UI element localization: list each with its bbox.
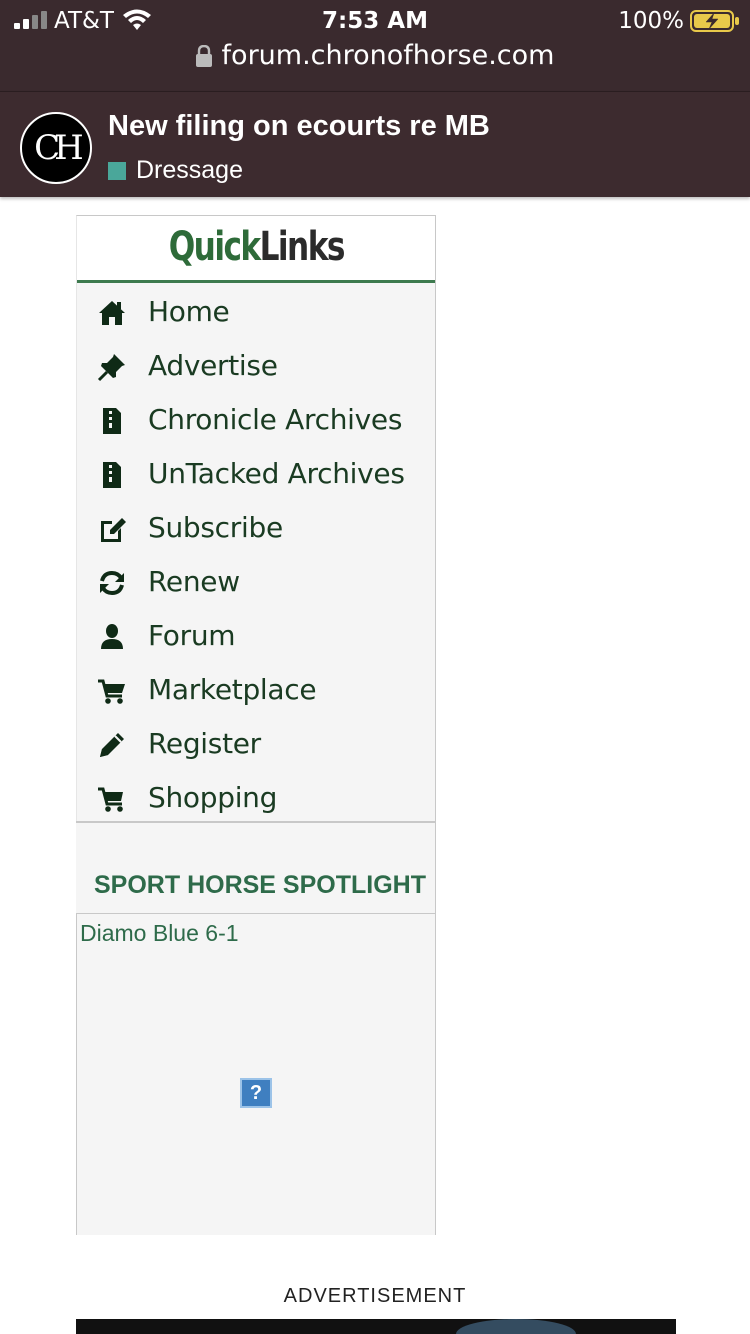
quicklink-label: Chronicle Archives <box>148 403 403 436</box>
quicklink-home[interactable]: Home <box>77 289 435 343</box>
category-label: Dressage <box>136 156 243 184</box>
url-text: forum.chronofhorse.com <box>221 40 555 71</box>
user-icon <box>101 624 123 649</box>
spotlight-link[interactable]: Diamo Blue 6-1 <box>80 920 239 947</box>
lock-icon <box>195 44 212 67</box>
spotlight-title: SPORT HORSE SPOTLIGHT <box>94 871 426 899</box>
quicklinks-panel: QuickLinks Home Advertise Chronicle Arch… <box>76 215 436 823</box>
spotlight-section: SPORT HORSE SPOTLIGHT <box>76 823 436 913</box>
category-badge[interactable]: Dressage <box>108 156 243 185</box>
spotlight-box: Diamo Blue 6-1 ? <box>76 913 436 1235</box>
home-icon <box>99 301 125 325</box>
quicklink-advertise[interactable]: Advertise <box>77 343 435 397</box>
status-bar: AT&T 7:53 AM 100% <box>0 0 750 44</box>
site-logo[interactable]: CH <box>20 112 92 184</box>
quicklink-label: Home <box>148 295 230 328</box>
quicklink-subscribe[interactable]: Subscribe <box>77 505 435 559</box>
quicklink-register[interactable]: Register <box>77 721 435 775</box>
quicklink-forum[interactable]: Forum <box>77 613 435 667</box>
quicklink-label: Renew <box>148 565 240 598</box>
quicklink-label: Shopping <box>148 781 278 814</box>
quicklink-label: Forum <box>148 619 236 652</box>
quicklink-label: Marketplace <box>148 673 317 706</box>
advertisement-banner[interactable] <box>76 1319 676 1334</box>
address-bar[interactable]: forum.chronofhorse.com <box>0 40 750 80</box>
quicklink-label: Register <box>148 727 261 760</box>
cart-icon <box>98 787 123 812</box>
battery-percentage: 100% <box>618 8 684 34</box>
edit-icon <box>101 518 126 542</box>
quicklink-renew[interactable]: Renew <box>77 559 435 613</box>
refresh-icon <box>100 570 124 596</box>
quicklinks-logo-part2: Links <box>259 224 345 270</box>
broken-image-icon[interactable]: ? <box>240 1078 272 1108</box>
quicklinks-header: QuickLinks <box>77 216 435 283</box>
battery-charging-icon <box>690 10 739 32</box>
quicklink-label: Advertise <box>148 349 278 382</box>
archive-file-icon <box>103 462 121 488</box>
category-color-swatch <box>108 161 126 180</box>
quicklink-label: UnTacked Archives <box>148 457 405 490</box>
quicklink-chronicle-archives[interactable]: Chronicle Archives <box>77 397 435 451</box>
quicklink-marketplace[interactable]: Marketplace <box>77 667 435 721</box>
quicklinks-list: Home Advertise Chronicle Archives UnTack… <box>77 289 435 829</box>
logo-text: CH <box>34 128 84 168</box>
pencil-icon <box>100 733 124 757</box>
archive-file-icon <box>103 408 121 434</box>
quicklinks-logo: QuickLinks <box>168 224 345 270</box>
advertisement-label: ADVERTISEMENT <box>283 1285 467 1307</box>
advertisement-graphic <box>456 1319 576 1334</box>
quicklinks-logo-part1: Quick <box>168 224 260 270</box>
quicklink-untacked-archives[interactable]: UnTacked Archives <box>77 451 435 505</box>
pin-icon <box>97 354 125 382</box>
thread-title[interactable]: New filing on ecourts re MB <box>108 110 490 143</box>
browser-chrome: AT&T 7:53 AM 100% forum.chronofhorse.com <box>0 0 750 91</box>
thread-header: CH New filing on ecourts re MB Dressage <box>0 91 750 197</box>
cart-icon <box>98 679 125 704</box>
quicklink-label: Subscribe <box>148 511 283 544</box>
